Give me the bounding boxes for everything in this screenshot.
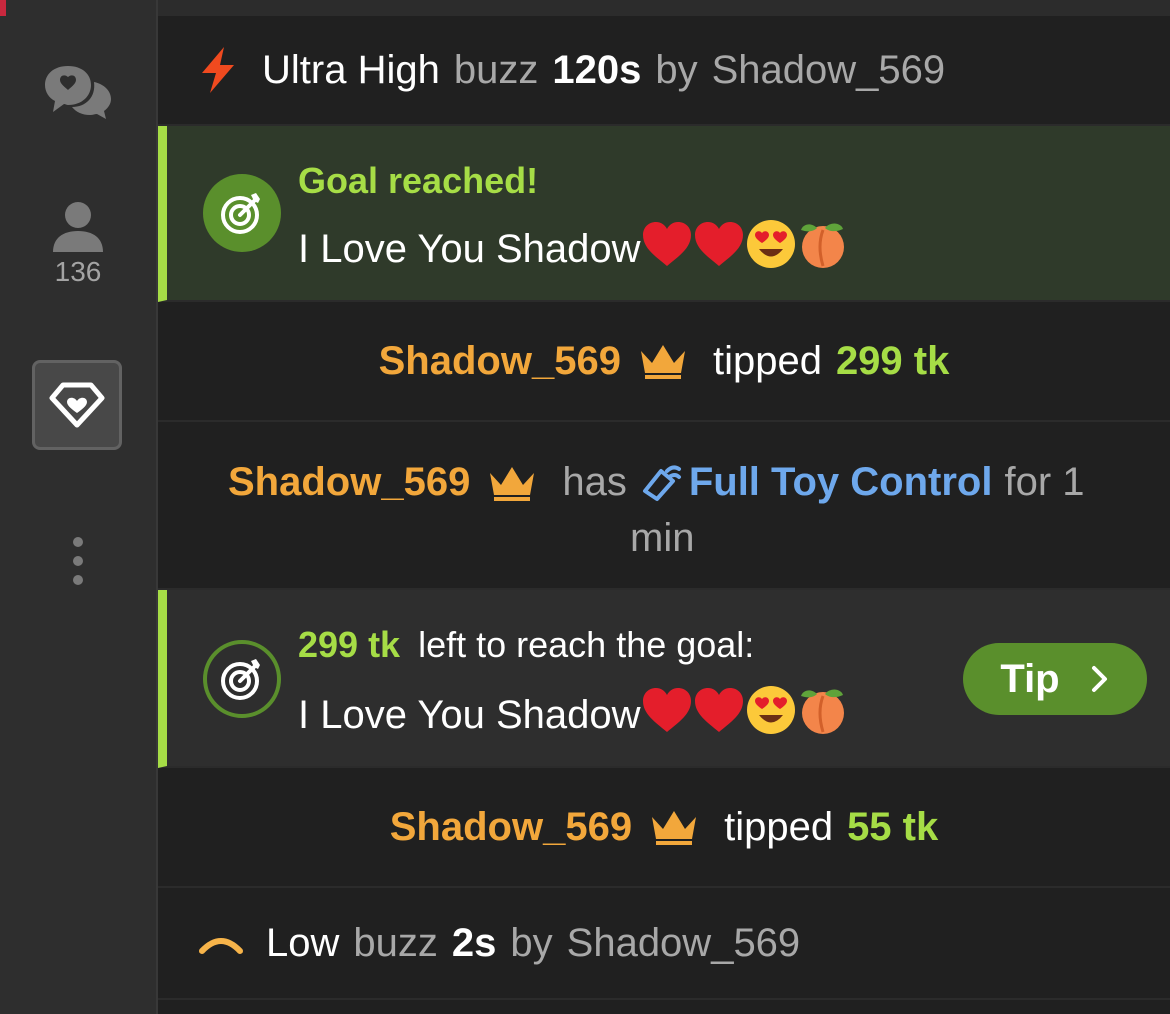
buzz-duration: 2s — [451, 920, 497, 965]
buzz-by: by — [510, 920, 553, 965]
control-duration-unit: min — [630, 516, 695, 560]
buzz-username[interactable]: Shadow_569 — [567, 921, 801, 966]
users-tab[interactable]: 136 — [0, 200, 156, 288]
buzz-message-low: Low buzz 2s by Shadow_569 — [158, 888, 1170, 1000]
toy-control-message: Shadow_569 has Full Toy Control for 1 mi… — [158, 422, 1170, 590]
goal-target-icon — [203, 174, 281, 252]
lightning-icon — [202, 47, 234, 93]
heart-emoji-icon — [641, 220, 693, 278]
tip-amount: 299 tk — [835, 338, 950, 383]
heart-emoji-icon — [641, 686, 693, 744]
chat-bubbles-icon — [45, 66, 111, 119]
peach-emoji-icon — [797, 684, 849, 746]
toy-control-line-1: Shadow_569 has Full Toy Control for 1 — [228, 460, 1108, 505]
heart-eyes-emoji-icon — [745, 684, 797, 746]
feature-name[interactable]: Full Toy Control — [689, 460, 993, 505]
goal-reached-message: Goal reached! I Love You Shadow — [158, 126, 1170, 302]
peach-emoji-icon — [797, 218, 849, 280]
chat-top-bar — [158, 0, 1170, 16]
tip-message: Shadow_569 tipped 299 tk — [158, 302, 1170, 422]
diamond-tab[interactable] — [32, 360, 122, 450]
goal-progress-message: 299 tk left to reach the goal: I Love Yo… — [158, 590, 1170, 768]
heart-eyes-emoji-icon — [745, 218, 797, 280]
goal-progress-line: 299 tk left to reach the goal: — [298, 624, 754, 666]
diamond-heart-icon — [49, 382, 105, 428]
heart-emoji-icon — [693, 686, 745, 744]
goal-remaining-text: left to reach the goal: — [418, 624, 755, 665]
buzz-word: buzz — [353, 920, 438, 965]
buzz-username[interactable]: Shadow_569 — [712, 48, 946, 93]
more-options-button[interactable] — [0, 536, 156, 586]
tipper-username[interactable]: Shadow_569 — [379, 339, 621, 384]
chevron-right-icon — [1091, 666, 1107, 692]
goal-description: I Love You Shadow — [298, 218, 849, 280]
live-indicator — [0, 0, 6, 16]
tipper-username[interactable]: Shadow_569 — [390, 805, 632, 850]
buzz-level: Low — [266, 920, 340, 965]
chat-tab[interactable] — [0, 62, 156, 122]
controller-username[interactable]: Shadow_569 — [228, 460, 470, 505]
crown-icon — [652, 811, 697, 845]
control-has: has — [562, 460, 627, 504]
more-vertical-icon — [73, 537, 83, 585]
control-for: for 1 — [1004, 460, 1085, 504]
tip-action: tipped — [724, 804, 834, 849]
user-icon — [53, 202, 103, 252]
buzz-level: Ultra High — [262, 47, 440, 92]
heart-emoji-icon — [693, 220, 745, 278]
tip-action: tipped — [712, 338, 822, 383]
goal-remaining-amount: 299 tk — [298, 624, 401, 665]
goal-target-outline-icon — [203, 640, 281, 718]
buzz-by: by — [655, 47, 698, 92]
buzz-duration: 120s — [552, 47, 642, 92]
goal-text: I Love You Shadow — [298, 692, 641, 737]
goal-reached-title: Goal reached! — [298, 160, 539, 201]
chat-feed[interactable]: Ultra High buzz 120s by Shadow_569 Goal … — [158, 0, 1170, 1014]
toy-control-icon — [642, 464, 681, 501]
viewer-count: 136 — [54, 256, 102, 287]
goal-text: I Love You Shadow — [298, 226, 641, 271]
tip-message: Shadow_569 tipped 55 tk — [158, 768, 1170, 888]
buzz-word: buzz — [453, 47, 539, 92]
crown-icon — [490, 466, 535, 501]
low-wave-icon — [199, 938, 243, 954]
tip-amount: 55 tk — [847, 804, 939, 849]
crown-icon — [640, 345, 685, 379]
sidebar: 136 — [0, 0, 158, 1014]
goal-description: I Love You Shadow — [298, 684, 849, 746]
buzz-message-ultra-high: Ultra High buzz 120s by Shadow_569 — [158, 16, 1170, 126]
tip-button-label: Tip — [1000, 656, 1060, 701]
tip-button[interactable]: Tip — [963, 643, 1147, 715]
